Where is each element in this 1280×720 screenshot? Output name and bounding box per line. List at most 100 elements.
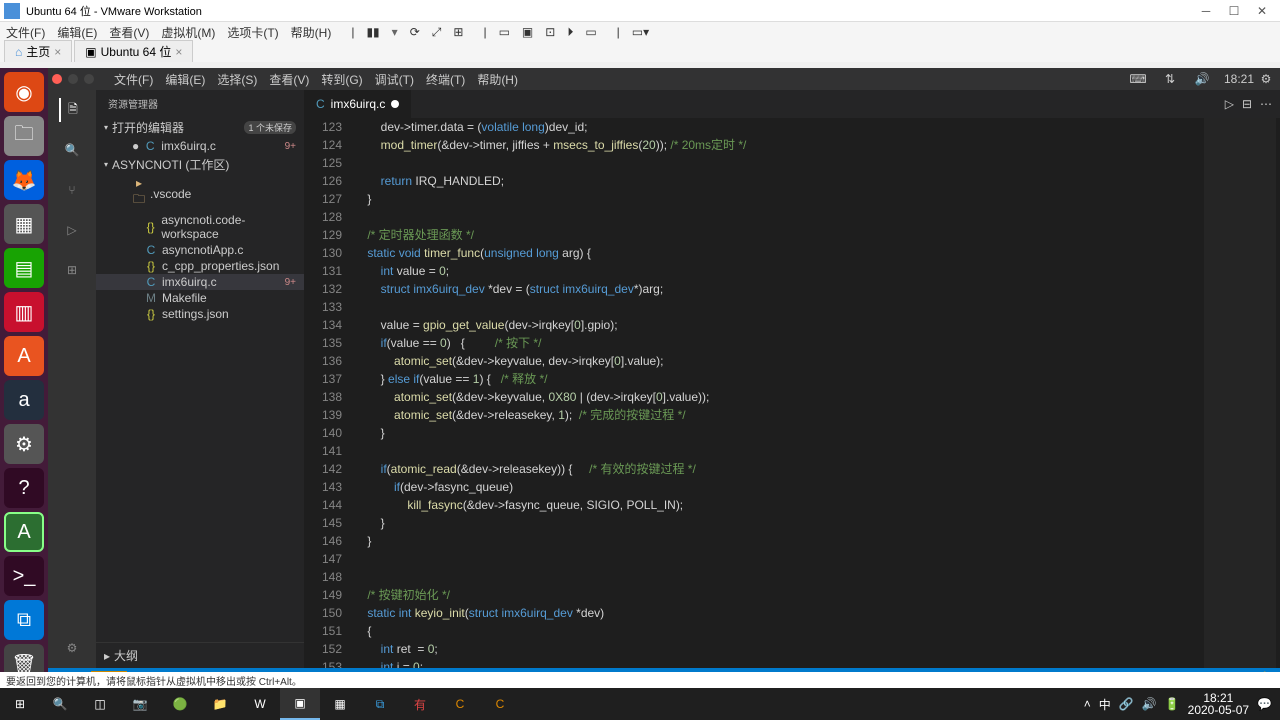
menu-vm[interactable]: 虚拟机(M): [161, 24, 215, 41]
sidebar-title: 资源管理器: [96, 90, 304, 117]
menu-file[interactable]: 文件(F): [6, 24, 45, 41]
sidebar-item[interactable]: {}c_cpp_properties.json: [96, 258, 304, 274]
toolbar-btn[interactable]: ⤢: [432, 25, 442, 40]
ubuntu-dash-icon[interactable]: ◉: [4, 72, 44, 112]
search-icon[interactable]: 🔍: [60, 138, 84, 162]
volume-icon[interactable]: 🔊: [1142, 697, 1157, 711]
more-icon[interactable]: ⋯: [1260, 97, 1272, 111]
explorer-icon[interactable]: 🗎: [59, 98, 83, 122]
sidebar-item[interactable]: ▸ 🗀.vscode: [96, 175, 304, 212]
open-editors-section[interactable]: ▾ 打开的编辑器 1 个未保存: [96, 117, 304, 138]
tray-chevron-icon[interactable]: ˄: [1084, 697, 1091, 711]
app-icon[interactable]: C: [480, 688, 520, 720]
menu-tabs[interactable]: 选项卡(T): [227, 24, 278, 41]
browser-icon[interactable]: 🟢: [160, 688, 200, 720]
taskbar-clock[interactable]: 18:21 2020-05-07: [1188, 692, 1249, 716]
app-icon[interactable]: ?: [4, 468, 44, 508]
vs-menu-file[interactable]: 文件(F): [114, 71, 153, 88]
vs-menu-terminal[interactable]: 终端(T): [426, 71, 465, 88]
close-icon[interactable]: ×: [175, 45, 182, 59]
workspace-section[interactable]: ▾ ASYNCNOTI (工作区): [96, 154, 304, 175]
files-icon[interactable]: 🗀: [4, 116, 44, 156]
maximize-button[interactable]: ☐: [1220, 0, 1248, 22]
vs-menu-select[interactable]: 选择(S): [217, 71, 257, 88]
toolbar-btn[interactable]: ▭: [585, 25, 596, 39]
menu-edit[interactable]: 编辑(E): [57, 24, 97, 41]
outline-section[interactable]: ▸ 大纲: [96, 642, 304, 668]
sidebar-item[interactable]: Cimx6uirq.c9+: [96, 274, 304, 290]
close-icon[interactable]: ×: [54, 45, 61, 59]
code-editor[interactable]: 1231241251261271281291301311321331341351…: [304, 118, 1280, 668]
software-icon[interactable]: A: [4, 336, 44, 376]
toolbar-btn[interactable]: ⊞: [453, 25, 463, 39]
ime-icon[interactable]: 中: [1099, 696, 1111, 713]
menu-view[interactable]: 查看(V): [109, 24, 149, 41]
vs-menu-goto[interactable]: 转到(G): [321, 71, 362, 88]
scm-icon[interactable]: ⑂: [60, 178, 84, 202]
network-icon[interactable]: ⇅: [1160, 72, 1180, 86]
toolbar-btn[interactable]: ▭▾: [632, 25, 649, 39]
toolbar-btn[interactable]: ▣: [522, 25, 533, 39]
app-icon[interactable]: 有: [400, 688, 440, 720]
minimap[interactable]: [1200, 118, 1280, 668]
keyboard-icon[interactable]: ⌨: [1128, 72, 1148, 86]
settings-icon[interactable]: ⚙: [4, 424, 44, 464]
vmware-taskbar-icon[interactable]: ▣: [280, 688, 320, 720]
minimize-icon[interactable]: [68, 74, 78, 84]
debug-icon[interactable]: ▷: [60, 218, 84, 242]
sidebar-item[interactable]: {}asyncnoti.code-workspace: [96, 212, 304, 242]
impress-icon[interactable]: ▥: [4, 292, 44, 332]
vs-menu-view[interactable]: 查看(V): [269, 71, 309, 88]
tray-icon[interactable]: 🔗: [1119, 697, 1134, 711]
gear-icon[interactable]: ⚙: [1256, 72, 1276, 86]
app-icon[interactable]: ▦: [4, 204, 44, 244]
settings-icon[interactable]: ⚙: [60, 636, 84, 660]
editor-tab[interactable]: C imx6uirq.c: [304, 90, 412, 118]
run-icon[interactable]: ▷: [1225, 97, 1234, 111]
update-icon[interactable]: A: [4, 512, 44, 552]
vs-menu-help[interactable]: 帮助(H): [477, 71, 518, 88]
battery-icon[interactable]: 🔋: [1165, 697, 1180, 711]
vmware-tab-home[interactable]: ⌂ 主页 ×: [4, 40, 72, 62]
app-icon[interactable]: C: [440, 688, 480, 720]
app-icon[interactable]: ▦: [320, 688, 360, 720]
volume-icon[interactable]: 🔊: [1192, 72, 1212, 86]
search-icon[interactable]: 🔍: [40, 688, 80, 720]
notifications-icon[interactable]: 💬: [1257, 697, 1272, 711]
split-icon[interactable]: ⊟: [1242, 97, 1252, 111]
minimize-button[interactable]: ─: [1192, 0, 1220, 22]
sidebar-item[interactable]: {}settings.json: [96, 306, 304, 322]
toolbar-btn[interactable]: ⏵: [567, 25, 573, 40]
vmware-tab-ubuntu[interactable]: ▣ Ubuntu 64 位 ×: [74, 40, 193, 62]
vs-menu-edit[interactable]: 编辑(E): [165, 71, 205, 88]
vscode-taskbar-icon[interactable]: ⧉: [360, 688, 400, 720]
camera-icon[interactable]: 📷: [120, 688, 160, 720]
c-file-icon: C: [316, 97, 325, 111]
sidebar-item[interactable]: MMakefile: [96, 290, 304, 306]
windows-taskbar: ⊞ 🔍 ◫ 📷 🟢 📁 W ▣ ▦ ⧉ 有 C C ˄ 中 🔗 🔊 🔋 18:2…: [0, 688, 1280, 720]
close-button[interactable]: ✕: [1248, 0, 1276, 22]
editor-tabs: C imx6uirq.c ▷ ⊟ ⋯: [304, 90, 1280, 118]
start-button[interactable]: ⊞: [0, 688, 40, 720]
sidebar: 资源管理器 ▾ 打开的编辑器 1 个未保存 ● C imx6uirq.c 9+ …: [96, 90, 304, 668]
toolbar-btn[interactable]: ▭: [499, 25, 510, 39]
explorer-icon[interactable]: 📁: [200, 688, 240, 720]
calc-icon[interactable]: ▤: [4, 248, 44, 288]
toolbar-btn[interactable]: ⊡: [545, 25, 555, 39]
open-editor-item[interactable]: ● C imx6uirq.c 9+: [96, 138, 304, 154]
sidebar-item[interactable]: CasyncnotiApp.c: [96, 242, 304, 258]
activity-bar: 🗎 🔍 ⑂ ▷ ⊞ ⚙: [48, 90, 96, 668]
vscode-icon[interactable]: ⧉: [4, 600, 44, 640]
vs-menu-debug[interactable]: 调试(T): [375, 71, 414, 88]
amazon-icon[interactable]: a: [4, 380, 44, 420]
word-icon[interactable]: W: [240, 688, 280, 720]
terminal-icon[interactable]: >_: [4, 556, 44, 596]
pause-icon[interactable]: ▮▮: [366, 25, 379, 39]
extensions-icon[interactable]: ⊞: [60, 258, 84, 282]
maximize-icon[interactable]: [84, 74, 94, 84]
menu-help[interactable]: 帮助(H): [291, 24, 332, 41]
close-icon[interactable]: [52, 74, 62, 84]
firefox-icon[interactable]: 🦊: [4, 160, 44, 200]
toolbar-btn[interactable]: ⟳: [410, 25, 420, 39]
taskview-icon[interactable]: ◫: [80, 688, 120, 720]
